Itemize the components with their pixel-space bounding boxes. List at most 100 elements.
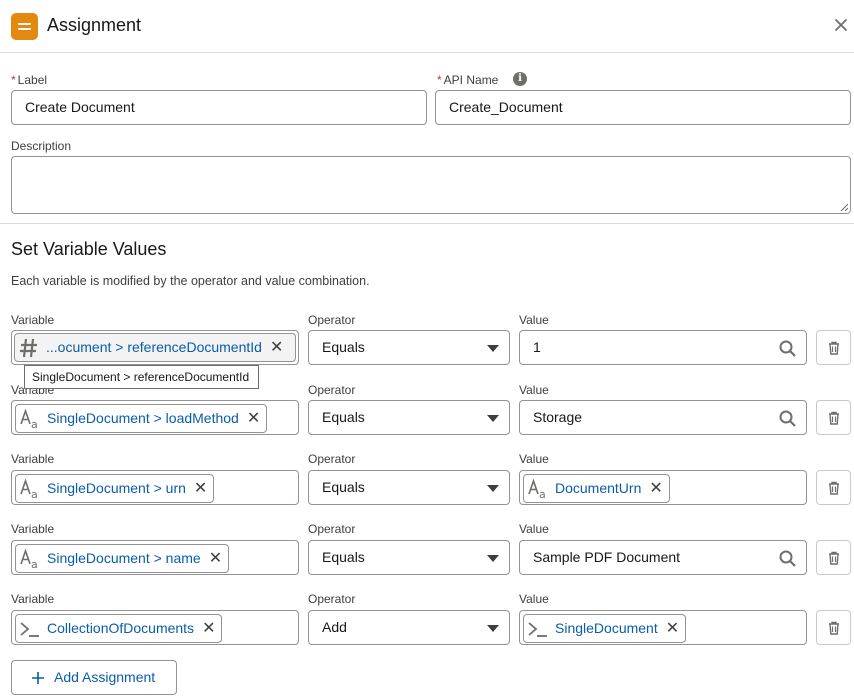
description-textarea[interactable]: [11, 156, 851, 214]
variable-pill[interactable]: a SingleDocument > name ✕: [15, 542, 230, 575]
remove-icon[interactable]: ✕: [247, 402, 260, 435]
value-label: Value: [519, 452, 549, 466]
value-text: Storage: [533, 409, 583, 425]
add-assignment-button[interactable]: Add Assignment: [11, 660, 177, 695]
trash-icon: [829, 341, 839, 355]
search-icon[interactable]: [779, 340, 796, 357]
variable-label: Variable: [11, 522, 55, 536]
label-input[interactable]: Create Document: [11, 90, 427, 125]
operator-select[interactable]: Equals: [308, 540, 510, 575]
operator-label: Operator: [308, 313, 356, 327]
operator-select[interactable]: Add: [308, 610, 510, 645]
api-name-input[interactable]: Create_Document: [435, 90, 851, 125]
search-icon[interactable]: [779, 550, 796, 567]
collection-icon: [20, 621, 39, 637]
number-icon: [20, 338, 37, 357]
section-title: Set Variable Values: [11, 239, 167, 259]
search-icon[interactable]: [779, 410, 796, 427]
operator-label: Operator: [308, 383, 356, 397]
value-text: 1: [533, 339, 541, 355]
value-label: Value: [519, 383, 549, 397]
variable-combobox[interactable]: a SingleDocument > loadMethod ✕: [11, 400, 299, 435]
operator-value: Equals: [322, 479, 365, 495]
operator-select[interactable]: Equals: [308, 400, 510, 435]
operator-label: Operator: [308, 452, 356, 466]
variable-pill[interactable]: a SingleDocument > urn ✕: [15, 472, 215, 505]
label-field-label: * Label: [11, 73, 48, 87]
section-divider: [0, 223, 854, 224]
remove-icon[interactable]: ✕: [209, 542, 222, 575]
variable-pill-label: SingleDocument > name: [47, 550, 201, 566]
delete-row-button[interactable]: [816, 470, 851, 505]
trash-icon: [829, 481, 839, 495]
operator-value: Equals: [322, 549, 365, 565]
value-input[interactable]: 1: [519, 330, 807, 365]
operator-value: Equals: [322, 339, 365, 355]
variable-pill[interactable]: CollectionOfDocuments ✕: [15, 612, 223, 645]
svg-text:a: a: [31, 558, 38, 570]
delete-row-button[interactable]: [816, 330, 851, 365]
section-help-text: Each variable is modified by the operato…: [11, 274, 370, 288]
delete-row-button[interactable]: [816, 540, 851, 575]
remove-icon[interactable]: ✕: [202, 612, 215, 645]
operator-label: Operator: [308, 522, 356, 536]
variable-label: Variable: [11, 592, 55, 606]
variable-pill-label: SingleDocument > urn: [47, 480, 186, 496]
value-label: Value: [519, 313, 549, 327]
text-icon: a: [20, 408, 38, 430]
value-pill-label: DocumentUrn: [555, 480, 642, 496]
remove-icon[interactable]: ✕: [666, 612, 679, 645]
value-combobox[interactable]: SingleDocument ✕: [519, 610, 807, 645]
value-input[interactable]: Storage: [519, 400, 807, 435]
trash-icon: [829, 411, 839, 425]
svg-text:a: a: [31, 418, 38, 430]
operator-value: Equals: [322, 409, 365, 425]
collection-icon: [528, 621, 547, 637]
trash-icon: [829, 621, 839, 635]
text-icon: a: [20, 548, 38, 570]
variable-combobox[interactable]: a SingleDocument > name ✕: [11, 540, 299, 575]
chevron-down-icon: [487, 345, 499, 352]
remove-icon[interactable]: ✕: [194, 472, 207, 505]
api-name-field-label: * API Name: [437, 73, 499, 87]
text-icon: a: [528, 478, 546, 500]
remove-icon[interactable]: ✕: [270, 331, 283, 364]
variable-pill-label: SingleDocument > loadMethod: [47, 410, 239, 426]
modal-header: Assignment: [0, 0, 854, 53]
variable-pill-label: CollectionOfDocuments: [47, 620, 195, 636]
operator-select[interactable]: Equals: [308, 470, 510, 505]
value-pill[interactable]: SingleDocument ✕: [523, 612, 687, 645]
svg-text:a: a: [31, 488, 38, 500]
variable-combobox[interactable]: a SingleDocument > urn ✕: [11, 470, 299, 505]
value-pill-label: SingleDocument: [555, 620, 658, 636]
value-combobox[interactable]: a DocumentUrn ✕: [519, 470, 807, 505]
variable-combobox[interactable]: ...ocument > referenceDocumentId ✕: [11, 330, 299, 365]
modal-title: Assignment: [47, 15, 142, 35]
variable-pill[interactable]: a SingleDocument > loadMethod ✕: [15, 402, 268, 435]
delete-row-button[interactable]: [816, 610, 851, 645]
value-label: Value: [519, 592, 549, 606]
remove-icon[interactable]: ✕: [649, 472, 662, 505]
chevron-down-icon: [487, 415, 499, 422]
plus-icon: [32, 672, 44, 684]
variable-label: Variable: [11, 452, 55, 466]
value-input[interactable]: Sample PDF Document: [519, 540, 807, 575]
delete-row-button[interactable]: [816, 400, 851, 435]
description-field-label: Description: [11, 139, 72, 153]
operator-label: Operator: [308, 592, 356, 606]
chevron-down-icon: [487, 555, 499, 562]
svg-text:a: a: [539, 488, 546, 500]
operator-value: Add: [322, 619, 347, 635]
assignment-icon: [11, 13, 38, 40]
value-text: Sample PDF Document: [533, 549, 681, 565]
operator-select[interactable]: Equals: [308, 330, 510, 365]
info-icon[interactable]: i: [513, 72, 527, 86]
variable-label: Variable: [11, 313, 55, 327]
close-icon[interactable]: [833, 17, 849, 33]
variable-combobox[interactable]: CollectionOfDocuments ✕: [11, 610, 299, 645]
variable-tooltip: SingleDocument > referenceDocumentId: [24, 365, 259, 389]
resize-grip-icon[interactable]: [840, 203, 848, 211]
variable-pill[interactable]: ...ocument > referenceDocumentId ✕: [14, 333, 296, 362]
chevron-down-icon: [487, 625, 499, 632]
value-pill[interactable]: a DocumentUrn ✕: [523, 474, 670, 503]
